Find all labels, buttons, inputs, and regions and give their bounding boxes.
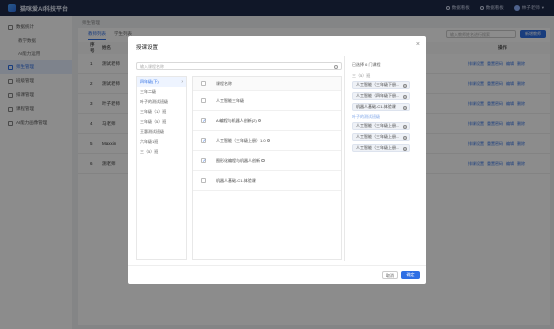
course-checkbox[interactable]: [201, 118, 206, 124]
info-icon[interactable]: [261, 158, 265, 163]
course-row[interactable]: 人工智能（三年级上册）1.0: [193, 131, 341, 151]
course-name: 人工智能三年级: [216, 97, 244, 103]
remove-icon[interactable]: ×: [403, 146, 407, 151]
course-search-input[interactable]: 输入课程名称: [136, 62, 342, 70]
selected-course-tag: 人工智能（三年级上册... ×: [352, 133, 410, 141]
remove-icon[interactable]: ×: [403, 83, 407, 88]
class-item-label: 三年二级: [140, 89, 156, 94]
remove-icon[interactable]: ×: [403, 135, 407, 140]
course-settings-dialog: 授课设置 × 输入课程名称 四年级(下) › 三年二级 叶子的测试班级 三年级（1）班三…: [128, 36, 426, 284]
course-row[interactable]: AI编程与机器人创新(2): [193, 111, 341, 131]
selected-course-tag: 人工智能（三年级上册... ×: [352, 122, 410, 130]
class-item[interactable]: 三年级（1）班: [137, 107, 186, 117]
class-item-label: 四年级(下): [140, 79, 159, 84]
class-item-label: 叶子的测试班级: [140, 99, 168, 104]
class-list: 四年级(下) › 三年二级叶子的测试班级 三年级（1）班 三年级（5）班 王惠测试班级 六年…: [136, 76, 187, 260]
panel-divider: [344, 56, 345, 261]
select-all-checkbox[interactable]: [201, 81, 206, 86]
selected-course-label: 机器人基础-C1-体验课: [356, 104, 396, 109]
class-item-label: 三年级（5）班: [140, 119, 167, 124]
class-item[interactable]: 王惠测试班级: [137, 127, 186, 137]
selected-course-tag: 人工智能（三年级下册... ×: [352, 81, 410, 89]
selected-count: 已选择 6 门课程: [352, 62, 381, 67]
search-icon: [334, 64, 338, 69]
class-item[interactable]: 三年级（5）班: [137, 117, 186, 127]
course-row[interactable]: 人工智能三年级: [193, 91, 341, 111]
course-header-label: 课程名称: [216, 80, 232, 86]
class-item-label: 六年级1班: [140, 139, 159, 144]
selected-group-label: 叶子的测试班级: [352, 114, 380, 119]
course-checkbox[interactable]: [201, 98, 206, 103]
selected-course-label: 人工智能（三年级上册...: [356, 145, 400, 150]
dialog-footer: 取消 确定: [128, 265, 426, 284]
course-checkbox[interactable]: [201, 138, 206, 144]
remove-icon[interactable]: ×: [403, 124, 407, 129]
selected-group-label: 三（5）班: [352, 73, 371, 78]
course-name: 人工智能（三年级上册）1.0: [216, 137, 266, 143]
selected-course-label: 人工智能（四年级下册...: [356, 93, 400, 98]
class-item[interactable]: 四年级(下) ›: [137, 77, 186, 87]
remove-icon[interactable]: ×: [403, 94, 407, 99]
course-picker: 输入课程名称 四年级(下) › 三年二级叶子的测试班级 三年级（1）班 三年级（5）班王…: [136, 60, 342, 263]
info-icon[interactable]: [257, 118, 262, 123]
class-item-label: 三（5）班: [140, 149, 159, 154]
remove-icon[interactable]: ×: [403, 105, 407, 110]
course-name: 机器人基础-C1-体验课: [216, 177, 256, 183]
chevron-right-icon: ›: [181, 79, 183, 85]
course-checkbox[interactable]: [201, 158, 206, 164]
course-name: AI编程与机器人创新(2): [216, 117, 257, 123]
selected-course-label: 人工智能（三年级下册...: [356, 82, 400, 87]
selected-course-label: 人工智能（三年级上册...: [356, 134, 400, 139]
course-list-header: 课程名称: [193, 77, 341, 91]
class-item-label: 王惠测试班级: [140, 129, 164, 134]
class-item-label: 三年级（1）班: [140, 109, 167, 114]
cancel-button[interactable]: 取消: [382, 271, 398, 279]
close-icon[interactable]: ×: [416, 41, 420, 48]
info-icon[interactable]: [266, 138, 271, 143]
selected-course-tag: 人工智能（四年级下册... ×: [352, 92, 410, 100]
dialog-title: 授课设置: [136, 45, 159, 51]
class-item[interactable]: 三年二级: [137, 87, 186, 97]
class-item[interactable]: 叶子的测试班级: [137, 97, 186, 107]
course-row[interactable]: 图形化编程与机器人创新: [193, 151, 341, 171]
course-checkbox[interactable]: [201, 178, 206, 183]
selected-panel: 已选择 6 门课程 三（5）班 人工智能（三年级下册... × 人工智能（四年级下册.…: [352, 62, 422, 262]
selected-course-tag: 机器人基础-C1-体验课 ×: [352, 103, 410, 111]
course-name: 图形化编程与机器人创新: [216, 157, 260, 163]
selected-course-label: 人工智能（三年级上册...: [356, 123, 400, 128]
course-list: 课程名称 人工智能三年级 AI编程与机器人创新(2) 人工智能（三年级上册）1.0 图…: [192, 76, 342, 260]
selected-course-tag: 人工智能（三年级上册... ×: [352, 144, 410, 152]
course-search-placeholder: 输入课程名称: [140, 64, 164, 69]
class-item[interactable]: 六年级1班: [137, 137, 186, 147]
course-row[interactable]: 机器人基础-C1-体验课: [193, 171, 341, 191]
class-item[interactable]: 三（5）班: [137, 147, 186, 157]
confirm-button[interactable]: 确定: [401, 271, 420, 279]
